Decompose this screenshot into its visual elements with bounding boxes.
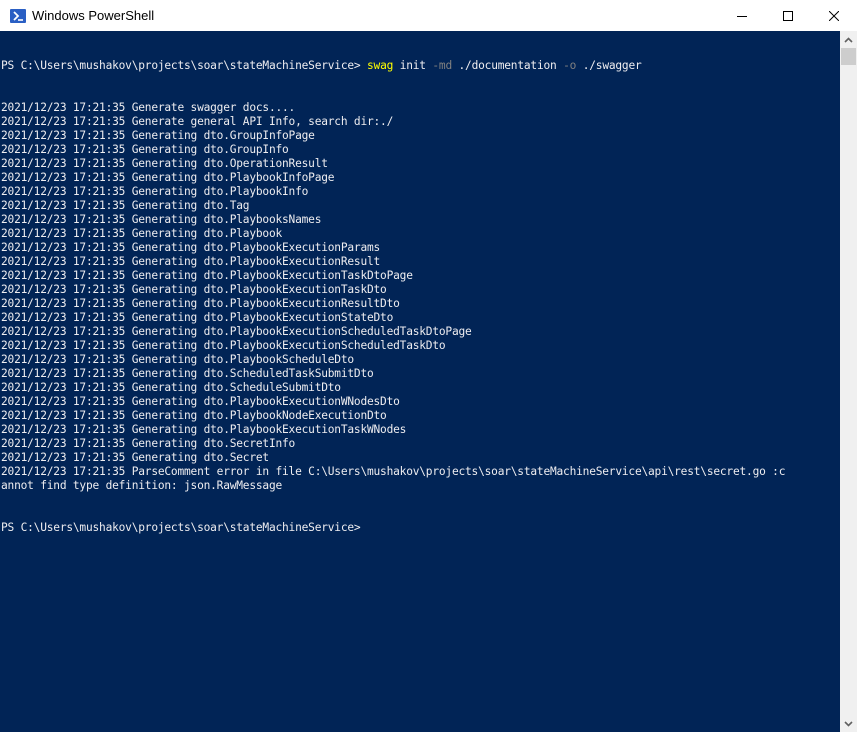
output-line: 2021/12/23 17:21:35 Generating dto.Playb…: [1, 423, 407, 436]
output-line: 2021/12/23 17:21:35 Generating dto.Playb…: [1, 311, 394, 324]
maximize-button[interactable]: [765, 0, 811, 31]
output-line: 2021/12/23 17:21:35 Generating dto.Group…: [1, 129, 315, 142]
output-line: 2021/12/23 17:21:35 Generating dto.Sched…: [1, 381, 341, 394]
chevron-down-icon: [844, 720, 853, 727]
title-bar[interactable]: Windows PowerShell: [0, 0, 857, 31]
output-line: 2021/12/23 17:21:35 Generating dto.Playb…: [1, 269, 413, 282]
scroll-down-button[interactable]: [840, 715, 857, 732]
output-line: 2021/12/23 17:21:35 Generating dto.Tag: [1, 199, 250, 212]
output-line: 2021/12/23 17:21:35 Generate general API…: [1, 115, 394, 128]
powershell-icon: [10, 8, 26, 23]
output-lines: 2021/12/23 17:21:35 Generate swagger doc…: [1, 101, 840, 493]
scroll-thumb[interactable]: [841, 48, 856, 65]
command-line: PS C:\Users\mushakov\projects\soar\state…: [1, 59, 840, 73]
output-line: 2021/12/23 17:21:35 Generating dto.Sched…: [1, 367, 374, 380]
minimize-icon: [737, 15, 747, 17]
output-line: 2021/12/23 17:21:35 Generating dto.Playb…: [1, 227, 283, 240]
command-arg: ./documentation: [451, 59, 564, 72]
output-line: 2021/12/23 17:21:35 ParseComment error i…: [1, 465, 786, 478]
scroll-up-button[interactable]: [840, 31, 857, 48]
output-line: 2021/12/23 17:21:35 Generating dto.Group…: [1, 143, 289, 156]
chevron-up-icon: [844, 36, 853, 43]
output-line: 2021/12/23 17:21:35 Generating dto.Playb…: [1, 213, 322, 226]
command-arg: init: [393, 59, 433, 72]
output-line: 2021/12/23 17:21:35 Generating dto.Opera…: [1, 157, 328, 170]
output-line: 2021/12/23 17:21:35 Generating dto.Playb…: [1, 283, 387, 296]
output-line: 2021/12/23 17:21:35 Generate swagger doc…: [1, 101, 296, 114]
command-flag: -md: [432, 59, 452, 72]
close-icon: [829, 10, 839, 21]
prompt: PS C:\Users\mushakov\projects\soar\state…: [1, 59, 367, 72]
output-line: 2021/12/23 17:21:35 Generating dto.Playb…: [1, 255, 381, 268]
vertical-scrollbar[interactable]: [840, 31, 857, 732]
window-title: Windows PowerShell: [32, 8, 155, 23]
output-line: 2021/12/23 17:21:35 Generating dto.Playb…: [1, 171, 335, 184]
final-prompt: PS C:\Users\mushakov\projects\soar\state…: [1, 521, 361, 534]
output-line: 2021/12/23 17:21:35 Generating dto.Playb…: [1, 297, 400, 310]
output-line: 2021/12/23 17:21:35 Generating dto.Playb…: [1, 325, 472, 338]
output-line: 2021/12/23 17:21:35 Generating dto.Playb…: [1, 185, 309, 198]
command-arg: ./swagger: [576, 59, 642, 72]
output-line: 2021/12/23 17:21:35 Generating dto.Secre…: [1, 451, 269, 464]
close-button[interactable]: [811, 0, 857, 31]
output-line: 2021/12/23 17:21:35 Generating dto.Playb…: [1, 339, 446, 352]
output-line: annot find type definition: json.RawMess…: [1, 479, 283, 492]
output-line: 2021/12/23 17:21:35 Generating dto.Playb…: [1, 353, 354, 366]
minimize-button[interactable]: [719, 0, 765, 31]
output-line: 2021/12/23 17:21:35 Generating dto.Playb…: [1, 395, 400, 408]
command-flag: -o: [563, 59, 577, 72]
command-name: swag: [367, 59, 394, 72]
output-line: 2021/12/23 17:21:35 Generating dto.Secre…: [1, 437, 296, 450]
output-line: 2021/12/23 17:21:35 Generating dto.Playb…: [1, 409, 387, 422]
window-controls: [719, 0, 857, 31]
output-line: 2021/12/23 17:21:35 Generating dto.Playb…: [1, 241, 381, 254]
maximize-icon: [783, 10, 793, 21]
console-output[interactable]: PS C:\Users\mushakov\projects\soar\state…: [0, 31, 840, 732]
